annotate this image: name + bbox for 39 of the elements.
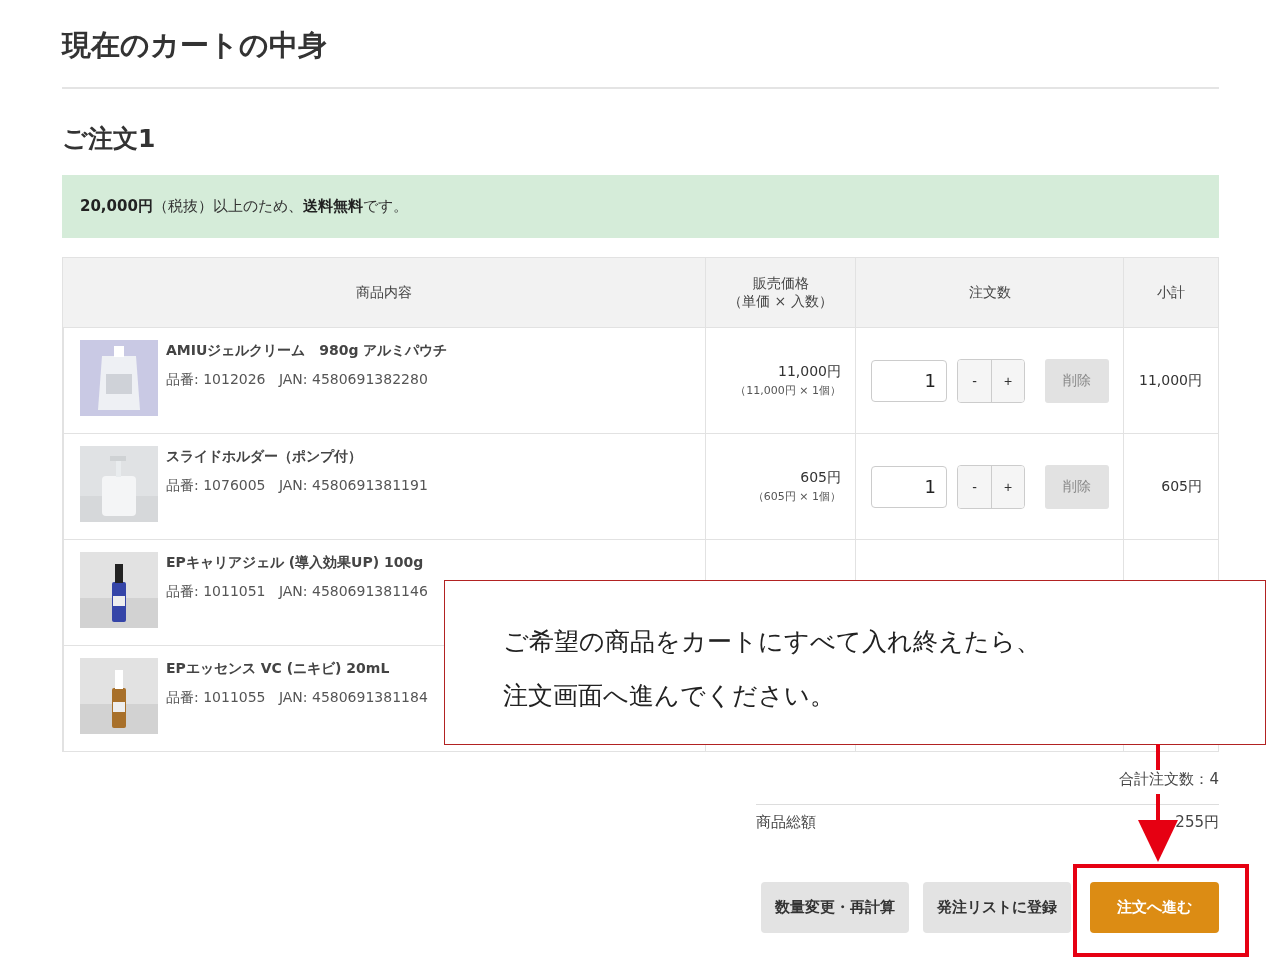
unit-price: 605円 [800, 469, 841, 487]
product-name: EPキャリアジェル (導入効果UP) 100g [166, 554, 425, 572]
column-header: 商品内容 [356, 283, 412, 302]
order-heading: ご注文1 [62, 123, 157, 155]
total-value: 255円 [1175, 813, 1219, 832]
price-breakdown: （605円 × 1個） [752, 489, 841, 504]
quantity-field[interactable]: 1 [871, 465, 947, 508]
item-number: 品番: 1011055 [166, 689, 266, 705]
action-button[interactable]: 発注リストに登録 [923, 882, 1071, 933]
item-number: 品番: 1011051 [166, 583, 266, 599]
product-name: EPエッセンス VC (ニキビ) 20mL [166, 660, 391, 678]
page-title: 現在のカートの中身 [62, 0, 1219, 89]
jan-code: JAN: 4580691381146 [278, 583, 428, 599]
subtotal: 11,000円 [1139, 371, 1202, 390]
item-number: 品番: 1076005 [166, 477, 266, 493]
subtotal: 605円 [1161, 477, 1202, 496]
column-header: 販売価格 [752, 274, 809, 293]
jan-code: JAN: 4580691382280 [278, 371, 428, 387]
decrement-button[interactable]: - [958, 359, 991, 402]
product-name: スライドホルダー（ポンプ付） [166, 448, 363, 466]
product-name: AMIUジェルクリーム 980g アルミパウチ [166, 342, 448, 360]
quantity-field[interactable]: 1 [871, 359, 947, 402]
unit-price: 11,000円 [778, 363, 841, 381]
increment-button[interactable]: + [991, 465, 1024, 508]
jan-code: JAN: 4580691381184 [278, 689, 428, 705]
callout-text: ご希望の商品をカートにすべて入れ終えたら、 [503, 626, 1042, 658]
price-breakdown: （11,000円 × 1個） [735, 383, 841, 398]
column-header: （単価 × 入数） [728, 292, 833, 311]
item-number: 品番: 1012026 [166, 371, 266, 387]
action-button[interactable]: 数量変更・再計算 [761, 882, 909, 933]
shipping-notice: 20,000円（税抜）以上のため、送料無料です。 [62, 175, 1219, 238]
total-quantity: 合計注文数：4 [1119, 770, 1219, 794]
column-header: 注文数 [968, 283, 1011, 302]
callout-text: 注文画面へ進んでください。 [503, 680, 836, 712]
increment-button[interactable]: + [991, 359, 1024, 402]
total-label: 商品総額 [756, 813, 816, 832]
column-header: 小計 [1157, 283, 1185, 302]
decrement-button[interactable]: - [958, 465, 991, 508]
jan-code: JAN: 4580691381191 [278, 477, 428, 493]
